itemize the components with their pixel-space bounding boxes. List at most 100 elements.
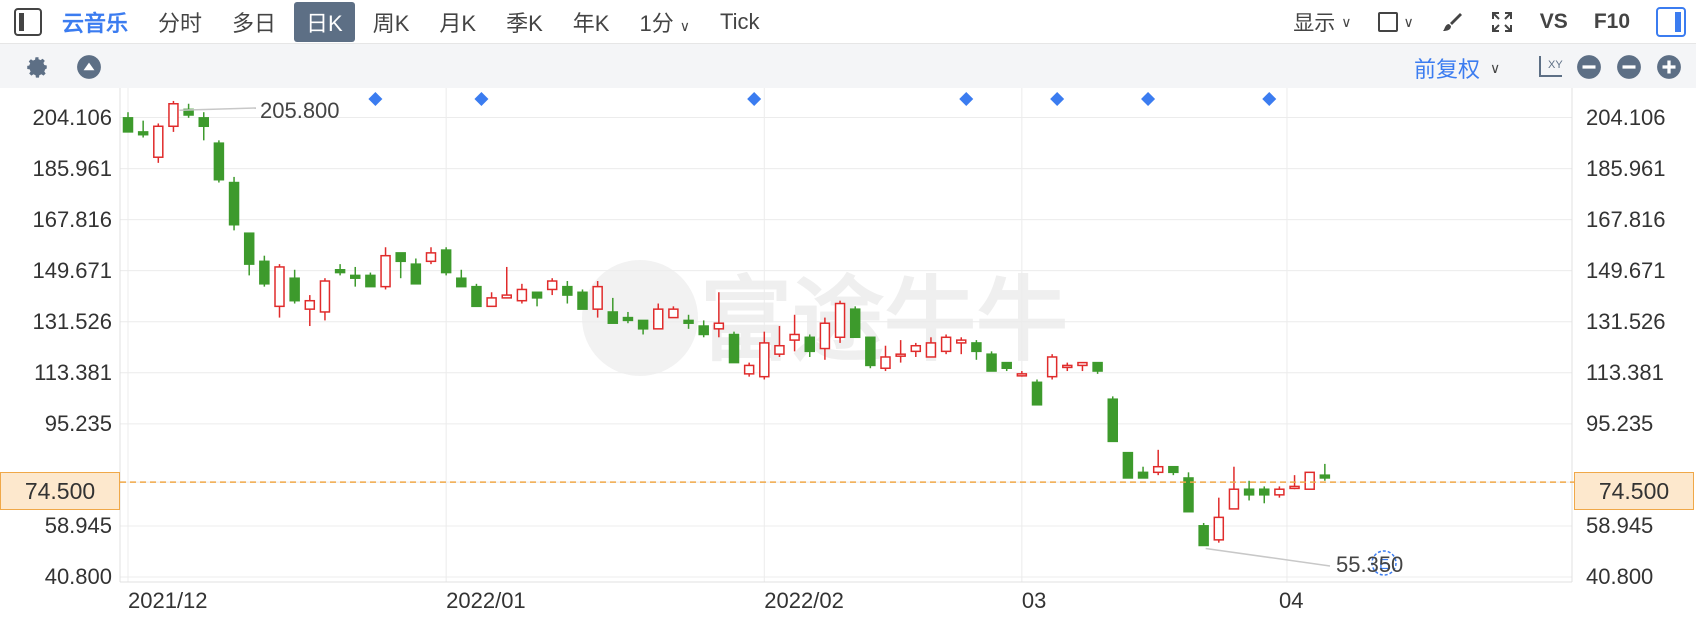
y-tick-label: 95.235 — [1586, 410, 1654, 436]
candle-up — [910, 344, 922, 353]
tab-label: 1分 — [639, 10, 674, 36]
high-price-annotation: 205.800 — [260, 98, 340, 123]
low-price-annotation: 55.350 — [1336, 552, 1404, 577]
candle-up — [759, 342, 770, 378]
tab-2[interactable]: 日K — [294, 1, 355, 42]
candle-up — [1213, 516, 1225, 541]
candle-down — [607, 311, 619, 324]
y-tick-label: 95.235 — [44, 410, 112, 436]
axis-xy-icon[interactable]: XY — [1536, 54, 1564, 80]
candle-down — [471, 285, 482, 308]
tab-label: Tick — [719, 8, 760, 34]
candle-down — [986, 353, 997, 372]
low-annotation-pointer — [1205, 547, 1331, 567]
vs-button[interactable]: VS — [1540, 10, 1568, 34]
fullscreen-button[interactable] — [1490, 10, 1514, 34]
event-diamond-icon — [959, 92, 974, 106]
minus-outline-icon[interactable] — [1576, 54, 1602, 80]
candle-down — [122, 117, 134, 133]
candle-up — [1016, 373, 1028, 377]
event-diamond-icon — [747, 92, 762, 106]
y-tick-label: 149.671 — [32, 257, 112, 283]
candle-down — [1198, 525, 1209, 547]
candle-up — [668, 308, 679, 319]
candle-up — [880, 356, 891, 369]
tab-label: 分时 — [158, 10, 203, 36]
candle-down — [1243, 488, 1255, 496]
tab-0[interactable]: 分时 — [146, 2, 214, 42]
tab-1[interactable]: 多日 — [220, 2, 288, 42]
f10-button[interactable]: F10 — [1594, 10, 1630, 34]
candle-up — [168, 103, 179, 128]
adjust-dropdown[interactable]: 前复权 ∨ — [1414, 52, 1500, 84]
candle-down — [849, 308, 861, 339]
candle-down — [365, 274, 376, 288]
candle-up — [516, 288, 528, 302]
x-tick-label: 2021/12 — [128, 588, 208, 613]
candle-down — [410, 263, 422, 285]
candle-down — [334, 269, 346, 274]
checkbox-icon — [1377, 12, 1398, 32]
zoom-out-icon[interactable] — [1616, 54, 1642, 80]
tab-8[interactable]: Tick — [708, 5, 772, 39]
x-tick-label: 04 — [1278, 588, 1304, 613]
candle-down — [243, 232, 255, 265]
candle-up — [501, 294, 512, 299]
event-diamond-icon — [1050, 92, 1065, 106]
chevron-down-icon: ∨ — [1403, 13, 1414, 30]
candle-down — [728, 333, 740, 364]
candle-up — [1228, 488, 1240, 510]
x-tick-label: 03 — [1021, 588, 1047, 613]
candle-up — [380, 254, 391, 288]
y-tick-label: 40.800 — [1586, 564, 1654, 589]
candle-up — [1274, 488, 1285, 496]
kline-chart[interactable]: 富途牛牛E — [0, 88, 1696, 620]
brush-button[interactable] — [1440, 10, 1464, 34]
display-label: 显示 — [1293, 12, 1336, 35]
tab-label: 月K — [439, 10, 477, 36]
candle-down — [531, 291, 543, 299]
tab-label: 日K — [306, 10, 343, 36]
candle-up — [592, 285, 603, 310]
collapse-up-icon[interactable] — [76, 54, 102, 80]
y-tick-label: 58.945 — [1586, 512, 1654, 538]
candle-up — [834, 302, 846, 339]
tab-5[interactable]: 季K — [494, 2, 555, 42]
candle-down — [1168, 465, 1179, 474]
gear-icon[interactable] — [24, 54, 50, 80]
checkbox-dropdown[interactable]: ∨ — [1377, 12, 1414, 32]
candle-down — [683, 319, 694, 324]
candle-down — [1031, 381, 1043, 406]
tab-6[interactable]: 年K — [561, 2, 622, 42]
brush-icon — [1442, 13, 1462, 31]
tab-3[interactable]: 周K — [361, 2, 422, 42]
candle-down — [213, 142, 225, 181]
tab-label: 年K — [572, 10, 610, 36]
svg-text:XY: XY — [1548, 59, 1563, 71]
candle-up — [774, 344, 785, 355]
tab-4[interactable]: 月K — [427, 2, 488, 42]
candle-down — [1001, 361, 1012, 369]
zoom-in-icon[interactable] — [1656, 54, 1682, 80]
candle-up — [743, 364, 755, 375]
candle-down — [259, 260, 270, 285]
candle-up — [819, 322, 831, 350]
candle-up — [546, 280, 558, 291]
candle-down — [1092, 361, 1103, 372]
display-dropdown[interactable]: 显示 ∨ — [1293, 7, 1351, 37]
panel-toggle-icon[interactable] — [1656, 7, 1686, 37]
tab-7[interactable]: 1分 ∨ — [627, 2, 702, 42]
candle-up — [153, 125, 164, 158]
x-tick-label: 2022/02 — [764, 588, 844, 613]
candle-down — [137, 131, 149, 136]
y-tick-label: 113.381 — [1586, 359, 1664, 385]
sidebar-toggle-icon[interactable] — [14, 7, 42, 36]
y-tick-label: 40.800 — [44, 564, 112, 589]
candle-down — [971, 342, 982, 353]
fullscreen-icon — [1491, 12, 1512, 32]
candle-up — [304, 299, 316, 310]
candle-down — [1107, 398, 1118, 443]
candle-up — [895, 353, 906, 357]
candle-down — [456, 277, 467, 288]
candle-down — [1259, 488, 1270, 496]
